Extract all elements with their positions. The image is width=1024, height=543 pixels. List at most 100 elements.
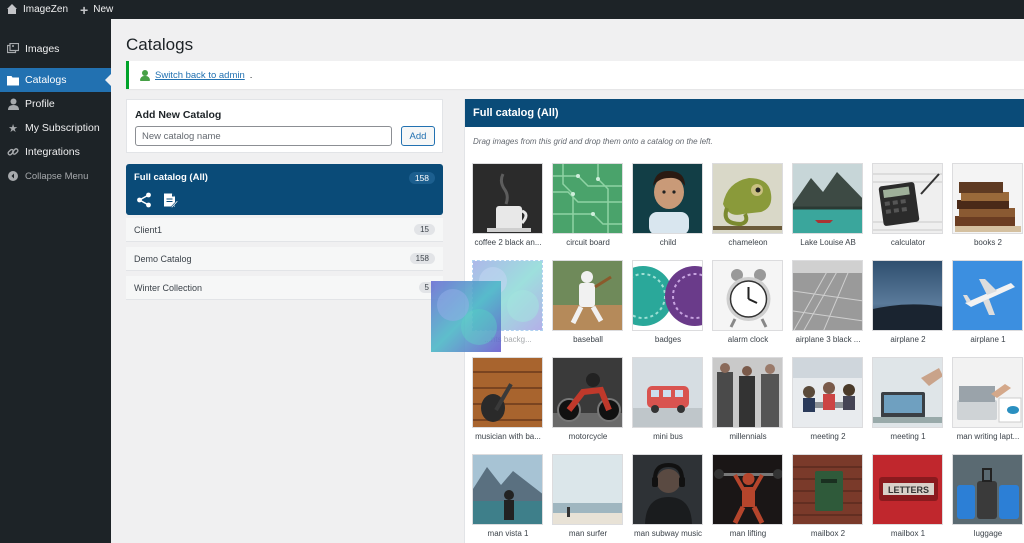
image-thumbnail[interactable]	[632, 163, 703, 234]
catalog-item-active[interactable]: Full catalog (All) 158	[126, 164, 443, 215]
sidebar-item-images[interactable]: Images	[0, 37, 111, 61]
image-thumbnail[interactable]	[472, 260, 543, 331]
image-thumbnail[interactable]	[792, 260, 863, 331]
image-thumbnail[interactable]	[712, 454, 783, 525]
image-tile[interactable]: airplane 3 black ...	[792, 260, 864, 344]
image-tile[interactable]: mini bus	[632, 357, 704, 441]
sidebar-item-integrations[interactable]: Integrations	[0, 140, 111, 164]
image-thumbnail[interactable]	[632, 357, 703, 428]
image-thumbnail[interactable]	[792, 163, 863, 234]
image-thumbnail[interactable]	[872, 163, 943, 234]
image-tile[interactable]: man lifting	[712, 454, 784, 538]
catalog-name: Client1	[134, 224, 163, 235]
sidebar-item-catalogs[interactable]: Catalogs	[0, 68, 111, 92]
image-thumbnail[interactable]	[552, 163, 623, 234]
svg-text:LETTERS: LETTERS	[888, 485, 929, 495]
image-thumbnail[interactable]	[632, 454, 703, 525]
plus-icon: +	[80, 1, 89, 18]
image-thumbnail[interactable]	[792, 454, 863, 525]
image-tile[interactable]: chameleon	[712, 163, 784, 247]
image-thumbnail[interactable]	[952, 163, 1023, 234]
image-tile[interactable]: circuit board	[552, 163, 624, 247]
image-thumbnail[interactable]	[472, 454, 543, 525]
catalog-count-badge: 5	[418, 282, 435, 293]
image-tile[interactable]: man writing lapt...	[952, 357, 1024, 441]
image-caption: mailbox 2	[810, 529, 846, 538]
image-tile[interactable]: child	[632, 163, 704, 247]
catalog-count-badge: 158	[409, 253, 435, 264]
image-thumbnail[interactable]	[552, 454, 623, 525]
sidebar-item-profile[interactable]: Profile	[0, 92, 111, 116]
image-tile[interactable]: LETTERS mailbox 1	[872, 454, 944, 538]
image-tile[interactable]: meeting 2	[792, 357, 864, 441]
sidebar-item-subscription[interactable]: ★ My Subscription	[0, 116, 111, 140]
image-tile[interactable]: musician with ba...	[472, 357, 544, 441]
image-tile[interactable]: alarm clock	[712, 260, 784, 344]
catalog-item[interactable]: Client1 15	[126, 218, 443, 242]
image-caption: meeting 2	[810, 432, 846, 441]
catalog-name: Demo Catalog	[134, 253, 192, 264]
image-caption: circuit board	[566, 238, 610, 247]
sidebar-item-label: Collapse Menu	[25, 170, 89, 182]
folder-icon	[7, 74, 19, 86]
notice-suffix: .	[249, 69, 253, 81]
image-caption: man surfer	[568, 529, 608, 538]
image-tile[interactable]: millennials	[712, 357, 784, 441]
new-content-link[interactable]: + New	[76, 0, 121, 19]
sidebar-item-label: Catalogs	[25, 74, 67, 86]
image-thumbnail[interactable]	[472, 357, 543, 428]
image-tile[interactable]: airplane 1	[952, 260, 1024, 344]
collapse-menu-button[interactable]: Collapse Menu	[0, 164, 111, 188]
image-thumbnail[interactable]	[872, 260, 943, 331]
image-thumbnail[interactable]	[952, 260, 1023, 331]
image-tile[interactable]: luggage	[952, 454, 1024, 538]
image-tile[interactable]: Lake Louise AB	[792, 163, 864, 247]
image-tile[interactable]: baseball	[552, 260, 624, 344]
image-thumbnail[interactable]	[552, 260, 623, 331]
image-tile[interactable]: mailbox 2	[792, 454, 864, 538]
image-tile[interactable]: man surfer	[552, 454, 624, 538]
catalog-count-badge: 15	[414, 224, 435, 235]
image-thumbnail[interactable]	[632, 260, 703, 331]
new-label: New	[93, 4, 114, 15]
star-icon: ★	[8, 122, 18, 135]
image-tile-dragging[interactable]: ...nts backg...	[472, 260, 544, 344]
image-caption: millennials	[729, 432, 767, 441]
site-home-link[interactable]: ImageZen	[0, 0, 76, 19]
image-caption: luggage	[973, 529, 1003, 538]
images-icon	[7, 43, 19, 55]
catalog-actions	[136, 192, 178, 208]
image-caption: motorcycle	[568, 432, 608, 441]
switch-back-link[interactable]: Switch back to admin	[155, 70, 245, 81]
image-tile[interactable]: coffee 2 black an...	[472, 163, 544, 247]
image-thumbnail[interactable]	[792, 357, 863, 428]
image-caption: mini bus	[653, 432, 683, 441]
image-thumbnail[interactable]	[712, 357, 783, 428]
image-caption: calculator	[890, 238, 926, 247]
image-tile[interactable]: motorcycle	[552, 357, 624, 441]
image-thumbnail[interactable]	[472, 163, 543, 234]
home-icon	[6, 4, 18, 15]
catalog-item[interactable]: Winter Collection 5	[126, 276, 443, 300]
image-thumbnail[interactable]	[712, 260, 783, 331]
image-tile[interactable]: airplane 2	[872, 260, 944, 344]
image-thumbnail[interactable]	[712, 163, 783, 234]
edit-document-icon[interactable]	[162, 192, 178, 208]
image-tile[interactable]: man subway music	[632, 454, 704, 538]
image-tile[interactable]: man vista 1	[472, 454, 544, 538]
image-thumbnail[interactable]	[552, 357, 623, 428]
catalog-item[interactable]: Demo Catalog 158	[126, 247, 443, 271]
image-thumbnail[interactable]	[872, 357, 943, 428]
image-tile[interactable]: badges	[632, 260, 704, 344]
catalog-name-input[interactable]	[135, 126, 392, 146]
image-thumbnail[interactable]	[952, 454, 1023, 525]
image-tile[interactable]: calculator	[872, 163, 944, 247]
share-icon[interactable]	[136, 192, 152, 208]
image-tile[interactable]: meeting 1	[872, 357, 944, 441]
image-tile[interactable]: books 2	[952, 163, 1024, 247]
site-name: ImageZen	[23, 4, 69, 15]
add-catalog-button[interactable]: Add	[401, 126, 435, 146]
image-thumbnail[interactable]: LETTERS	[872, 454, 943, 525]
image-caption: man writing lapt...	[956, 432, 1020, 441]
image-thumbnail[interactable]	[952, 357, 1023, 428]
